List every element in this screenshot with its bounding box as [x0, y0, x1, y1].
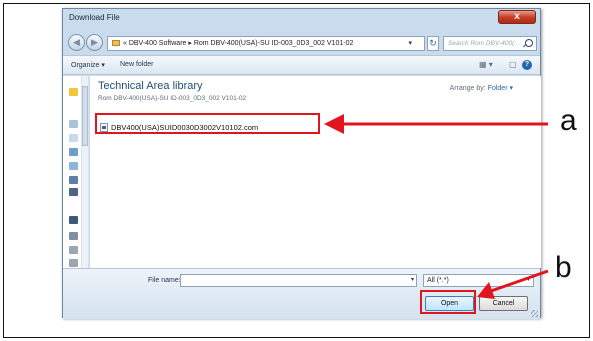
arrow-b-line: [490, 269, 549, 293]
callout-arrows: [324, 114, 549, 299]
callout-label-a: a: [560, 104, 577, 137]
callout-label-b: b: [555, 251, 572, 284]
arrow-a-head: [324, 114, 344, 134]
